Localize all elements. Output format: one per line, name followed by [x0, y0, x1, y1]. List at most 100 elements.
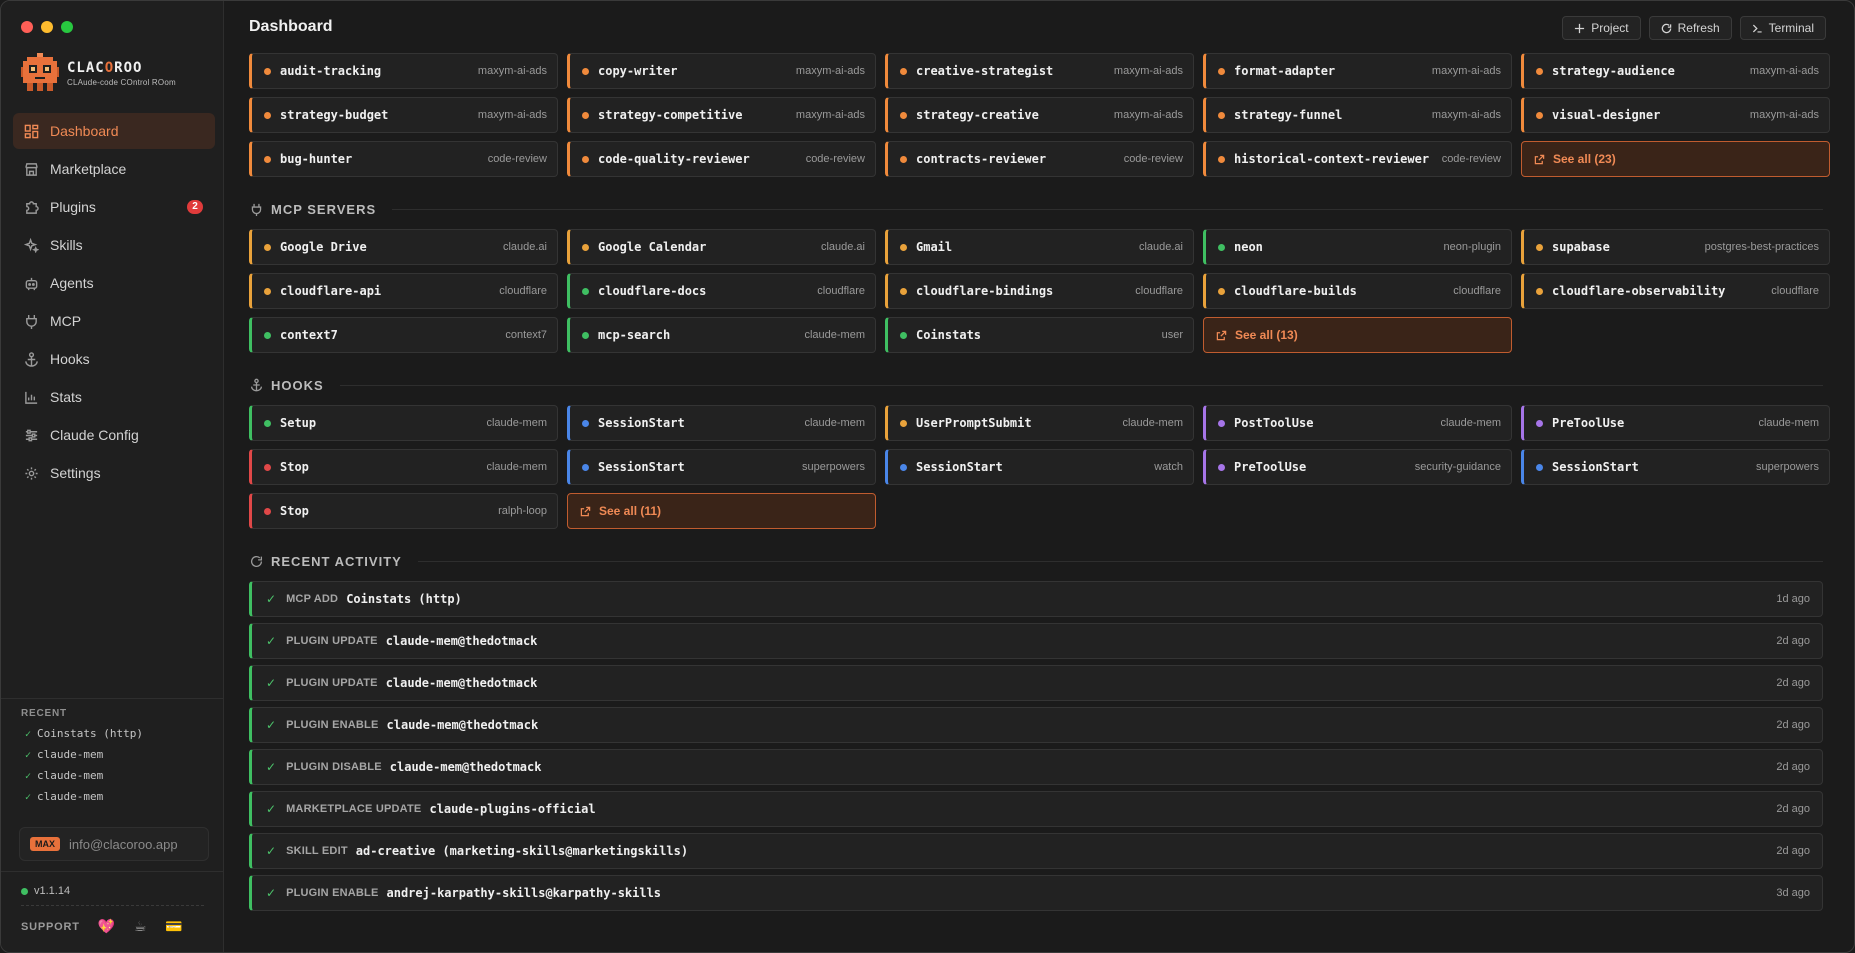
mcp-see-all-button[interactable]: See all (13) [1203, 317, 1512, 353]
agents-card[interactable]: copy-writer maxym-ai-ads [567, 53, 876, 89]
sidebar-item-stats[interactable]: Stats [13, 379, 215, 415]
mcp-card[interactable]: cloudflare-observability cloudflare [1521, 273, 1830, 309]
mcp-card[interactable]: supabase postgres-best-practices [1521, 229, 1830, 265]
activity-target: andrej-karpathy-skills@karpathy-skills [386, 886, 662, 900]
anchor-icon [249, 378, 263, 392]
sidebar-item-dashboard[interactable]: Dashboard [13, 113, 215, 149]
dashboard-content: audit-tracking maxym-ai-ads copy-writer max… [249, 53, 1830, 911]
project-button[interactable]: Project [1562, 16, 1641, 40]
activity-row[interactable]: ✓ PLUGIN UPDATE claude-mem@thedotmack 2d ag… [249, 665, 1823, 701]
agents-card[interactable]: bug-hunter code-review [249, 141, 558, 177]
card-source: claude.ai [502, 241, 547, 253]
hooks-card[interactable]: SessionStart superpowers [567, 449, 876, 485]
agents-card[interactable]: strategy-creative maxym-ai-ads [885, 97, 1194, 133]
agents-card[interactable]: contracts-reviewer code-review [885, 141, 1194, 177]
agents-card[interactable]: historical-context-reviewer code-review [1203, 141, 1512, 177]
account-box[interactable]: MAX info@clacoroo.app [19, 827, 209, 861]
recent-item[interactable]: ✓ claude-mem [25, 790, 143, 811]
card-source: neon-plugin [1443, 241, 1502, 253]
recent-item[interactable]: ✓ claude-mem [25, 769, 143, 790]
hooks-card[interactable]: UserPromptSubmit claude-mem [885, 405, 1194, 441]
hooks-card[interactable]: Setup claude-mem [249, 405, 558, 441]
external-link-icon [1534, 154, 1545, 165]
activity-row[interactable]: ✓ MARKETPLACE UPDATE claude-plugins-offici… [249, 791, 1823, 827]
refresh-button[interactable]: Refresh [1648, 16, 1732, 40]
activity-row[interactable]: ✓ PLUGIN ENABLE claude-mem@thedotmack 2d ag… [249, 707, 1823, 743]
check-icon: ✓ [25, 771, 32, 782]
sidebar-item-agents[interactable]: Agents [13, 265, 215, 301]
agents-card[interactable]: strategy-budget maxym-ai-ads [249, 97, 558, 133]
mcp-card[interactable]: cloudflare-builds cloudflare [1203, 273, 1512, 309]
status-dot-icon [1218, 463, 1225, 471]
hooks-card[interactable]: PreToolUse claude-mem [1521, 405, 1830, 441]
card-source: claude-mem [486, 461, 547, 473]
card-source: claude.ai [1138, 241, 1183, 253]
mcp-card[interactable]: cloudflare-bindings cloudflare [885, 273, 1194, 309]
maximize-window-button[interactable] [61, 21, 73, 33]
mcp-card[interactable]: mcp-search claude-mem [567, 317, 876, 353]
agents-card[interactable]: visual-designer maxym-ai-ads [1521, 97, 1830, 133]
close-window-button[interactable] [21, 21, 33, 33]
mcp-card[interactable]: Google Calendar claude.ai [567, 229, 876, 265]
sidebar-item-plugins[interactable]: Plugins 2 [13, 189, 215, 225]
credit-card-icon[interactable]: 💳 [165, 918, 183, 935]
card-source: cloudflare [1453, 285, 1501, 297]
agents-card[interactable]: creative-strategist maxym-ai-ads [885, 53, 1194, 89]
agents-card[interactable]: format-adapter maxym-ai-ads [1203, 53, 1512, 89]
sidebar: CLACOROO CLAude-code COntrol ROom Dashbo… [1, 1, 224, 952]
card-source: claude-mem [1440, 417, 1501, 429]
sidebar-item-claude-config[interactable]: Claude Config [13, 417, 215, 453]
coffee-icon[interactable]: ☕ [134, 918, 147, 935]
status-dot-icon [582, 155, 589, 163]
activity-row[interactable]: ✓ PLUGIN DISABLE claude-mem@thedotmack 2d a… [249, 749, 1823, 785]
sidebar-item-hooks[interactable]: Hooks [13, 341, 215, 377]
agents-card[interactable]: audit-tracking maxym-ai-ads [249, 53, 558, 89]
hooks-card[interactable]: PreToolUse security-guidance [1203, 449, 1512, 485]
sidebar-item-skills[interactable]: Skills [13, 227, 215, 263]
agents-see-all-button[interactable]: See all (23) [1521, 141, 1830, 177]
sidebar-item-marketplace[interactable]: Marketplace [13, 151, 215, 187]
minimize-window-button[interactable] [41, 21, 53, 33]
mcp-card[interactable]: Google Drive claude.ai [249, 229, 558, 265]
hooks-card[interactable]: PostToolUse claude-mem [1203, 405, 1512, 441]
heart-icon[interactable]: 💖 [98, 918, 116, 935]
status-dot-icon [264, 463, 271, 471]
recent-item[interactable]: ✓ claude-mem [25, 748, 143, 769]
activity-row[interactable]: ✓ SKILL EDIT ad-creative (marketing-skills… [249, 833, 1823, 869]
terminal-button[interactable]: Terminal [1739, 16, 1826, 40]
activity-section-title: RECENT ACTIVITY [271, 553, 402, 569]
card-source: cloudflare [499, 285, 547, 297]
app-name: CLACOROO [67, 59, 143, 76]
hooks-card[interactable]: SessionStart claude-mem [567, 405, 876, 441]
hooks-see-all-button[interactable]: See all (11) [567, 493, 876, 529]
agents-grid: audit-tracking maxym-ai-ads copy-writer max… [249, 53, 1830, 177]
agents-card[interactable]: strategy-funnel maxym-ai-ads [1203, 97, 1512, 133]
hooks-card[interactable]: Stop claude-mem [249, 449, 558, 485]
activity-target: claude-mem@thedotmack [389, 760, 542, 774]
sidebar-item-mcp[interactable]: MCP [13, 303, 215, 339]
status-dot-icon [582, 419, 589, 427]
hooks-card[interactable]: Stop ralph-loop [249, 493, 558, 529]
activity-time: 2d ago [1776, 719, 1810, 731]
recent-item[interactable]: ✓ Coinstats (http) [25, 727, 143, 748]
activity-row[interactable]: ✓ PLUGIN ENABLE andrej-karpathy-skills@kar… [249, 875, 1823, 911]
activity-row[interactable]: ✓ PLUGIN UPDATE claude-mem@thedotmack 2d ag… [249, 623, 1823, 659]
sidebar-item-settings[interactable]: Settings [13, 455, 215, 491]
mcp-card[interactable]: Gmail claude.ai [885, 229, 1194, 265]
agents-card[interactable]: strategy-audience maxym-ai-ads [1521, 53, 1830, 89]
mcp-card[interactable]: cloudflare-docs cloudflare [567, 273, 876, 309]
mcp-card[interactable]: cloudflare-api cloudflare [249, 273, 558, 309]
card-source: code-review [1441, 153, 1501, 165]
hooks-card[interactable]: SessionStart superpowers [1521, 449, 1830, 485]
status-dot-icon [1218, 243, 1225, 251]
agents-card[interactable]: code-quality-reviewer code-review [567, 141, 876, 177]
card-source: claude-mem [486, 417, 547, 429]
mcp-card[interactable]: neon neon-plugin [1203, 229, 1512, 265]
hooks-card[interactable]: SessionStart watch [885, 449, 1194, 485]
activity-row[interactable]: ✓ MCP ADD Coinstats (http) 1d ago [249, 581, 1823, 617]
card-name: bug-hunter [280, 152, 353, 166]
mcp-card[interactable]: context7 context7 [249, 317, 558, 353]
agents-card[interactable]: strategy-competitive maxym-ai-ads [567, 97, 876, 133]
anchor-icon [23, 351, 39, 367]
mcp-card[interactable]: Coinstats user [885, 317, 1194, 353]
